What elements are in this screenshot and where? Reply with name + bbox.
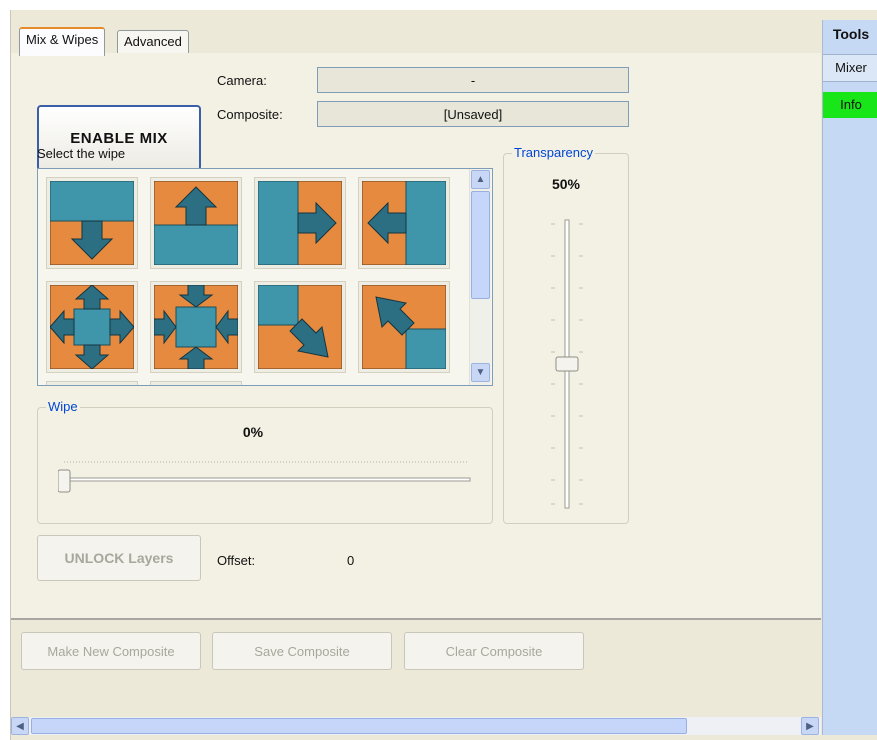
wipe-thumb[interactable] <box>358 177 450 269</box>
wipe-left-icon <box>362 181 446 265</box>
wipe-value: 0% <box>242 424 264 440</box>
wipe-group: Wipe 0% <box>37 399 493 524</box>
wipe-title: Wipe <box>46 399 80 414</box>
wipe-thumb[interactable] <box>46 177 138 269</box>
scroll-thumb[interactable] <box>471 191 490 299</box>
offset-value: 0 <box>347 553 355 568</box>
composite-label: Composite: <box>217 107 283 122</box>
wipe-list[interactable]: ▲ ▼ <box>37 168 493 386</box>
wipe-diagonal-down-right-icon <box>258 285 342 369</box>
make-new-composite-button[interactable]: Make New Composite <box>21 632 201 670</box>
transparency-title: Transparency <box>512 145 595 160</box>
tools-title: Tools <box>832 26 870 42</box>
wipe-diagonal-up-left-icon <box>362 285 446 369</box>
wipe-thumb[interactable] <box>46 381 138 385</box>
wipe-thumb[interactable] <box>150 177 242 269</box>
sidebar-item-info[interactable]: Info <box>823 92 877 118</box>
wipe-expand-icon <box>50 285 134 369</box>
separator <box>11 618 821 620</box>
tab-label: Advanced <box>124 34 182 49</box>
scroll-left-icon[interactable]: ◀ <box>11 717 29 735</box>
scroll-down-icon[interactable]: ▼ <box>471 363 490 382</box>
enable-mix-button[interactable]: ENABLE MIX <box>37 105 201 171</box>
clear-composite-button[interactable]: Clear Composite <box>404 632 584 670</box>
save-composite-button[interactable]: Save Composite <box>212 632 392 670</box>
tab-mix-wipes[interactable]: Mix & Wipes <box>19 27 106 56</box>
composite-field: [Unsaved] <box>317 101 629 127</box>
tab-advanced[interactable]: Advanced <box>117 30 189 53</box>
camera-label: Camera: <box>217 73 267 88</box>
select-wipe-label: Select the wipe <box>37 146 126 161</box>
scroll-right-icon[interactable]: ▶ <box>801 717 819 735</box>
tab-label: Mix & Wipes <box>26 32 99 47</box>
wipe-thumb[interactable] <box>254 281 346 373</box>
sidebar-item-label: Mixer <box>835 60 867 75</box>
transparency-slider[interactable] <box>537 214 597 514</box>
tools-sidebar: Tools Mixer Info <box>822 20 877 735</box>
wipe-slider[interactable] <box>58 454 478 500</box>
tab-strip: Mix & Wipes Advanced <box>11 20 821 56</box>
camera-field: - <box>317 67 629 93</box>
unlock-layers-button[interactable]: UNLOCK Layers <box>37 535 201 581</box>
wipe-slider-thumb[interactable] <box>58 469 71 493</box>
scroll-up-icon[interactable]: ▲ <box>471 170 490 189</box>
horizontal-scrollbar[interactable]: ◀ ▶ <box>11 717 821 735</box>
wipe-thumb[interactable] <box>358 281 450 373</box>
sidebar-item-mixer[interactable]: Mixer <box>823 54 877 82</box>
mixer-window: Mix & Wipes Advanced ENABLE MIX Camera: … <box>10 10 877 740</box>
wipe-thumb[interactable] <box>150 381 242 385</box>
offset-label: Offset: <box>217 553 256 568</box>
wipe-thumb[interactable] <box>254 177 346 269</box>
wipe-thumb[interactable] <box>150 281 242 373</box>
wipe-up-icon <box>154 181 238 265</box>
transparency-value: 50% <box>551 176 581 192</box>
transparency-slider-thumb[interactable] <box>555 356 579 372</box>
scroll-thumb[interactable] <box>31 718 687 734</box>
wipe-list-scrollbar[interactable]: ▲ ▼ <box>469 169 491 385</box>
transparency-group: Transparency 50% <box>503 145 629 524</box>
wipe-thumb[interactable] <box>46 281 138 373</box>
wipe-contract-icon <box>154 285 238 369</box>
wipe-right-icon <box>258 181 342 265</box>
sidebar-item-label: Info <box>840 97 862 112</box>
wipe-down-icon <box>50 181 134 265</box>
